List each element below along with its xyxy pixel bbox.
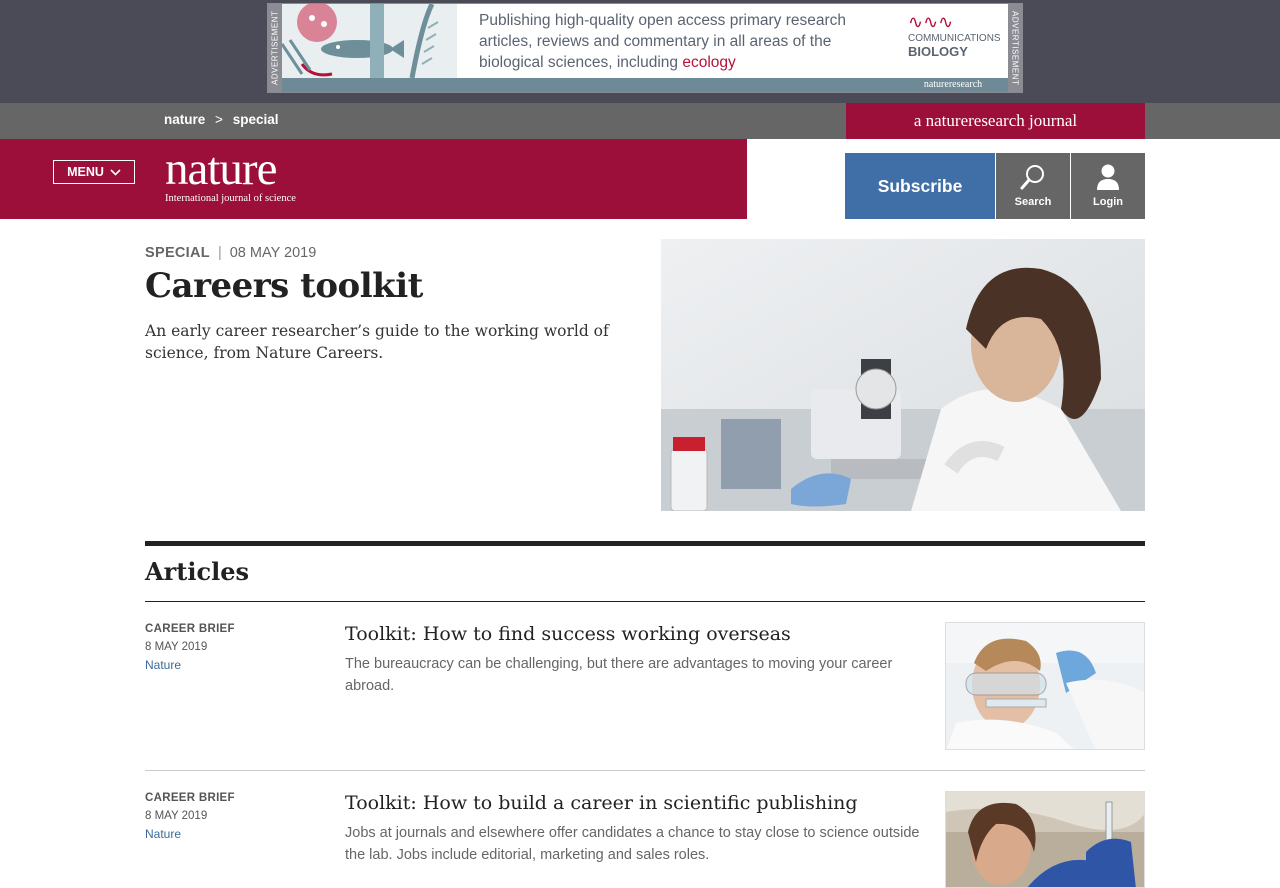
breadcrumb-separator: > [215,112,223,127]
ad-side-label-left: ADVERTISEMENT [268,4,282,92]
search-button[interactable]: Search [996,153,1070,219]
article-description: The bureaucracy can be challenging, but … [345,656,893,694]
advertisement-strip: ADVERTISEMENT Publishing high-quality op… [0,0,1280,103]
hero-date: 08 MAY 2019 [229,245,317,261]
ad-side-label-right: ADVERTISEMENT [1008,4,1022,92]
logo-line1: COMMUNICATIONS [908,33,1001,44]
advertisement-banner[interactable]: ADVERTISEMENT Publishing high-quality op… [267,3,1023,93]
ad-copy-main: Publishing high-quality open access prim… [479,12,847,71]
article-date: 8 MAY 2019 [145,641,208,653]
meta-divider: | [217,245,222,261]
ad-illustration [282,4,457,78]
article-journal-link[interactable]: Nature [145,658,181,672]
chevron-down-icon [110,168,121,176]
ad-footer-brand: natureresearch [923,79,983,90]
logo-line2: BIOLOGY [908,44,968,59]
article-journal-link[interactable]: Nature [145,827,181,841]
subscribe-button[interactable]: Subscribe [845,153,995,219]
article-date: 8 MAY 2019 [145,810,208,822]
article-thumbnail[interactable] [945,622,1145,750]
nature-logo[interactable]: nature International journal of science [165,145,296,204]
breadcrumb-home-link[interactable]: nature [164,112,205,127]
login-button[interactable]: Login [1071,153,1145,219]
site-header: MENU nature International journal of sci… [0,139,747,219]
login-label: Login [1093,196,1123,208]
article-description: Jobs at journals and elsewhere offer can… [345,825,920,863]
user-icon [1097,164,1119,190]
article-thumbnail[interactable] [945,791,1145,888]
page-subtitle: An early career researcher’s guide to th… [145,322,609,362]
hero-kind: SPECIAL [145,245,210,261]
breadcrumb-current[interactable]: special [233,112,279,127]
list-item: CAREER BRIEF 8 MAY 2019 Nature Toolkit: … [145,622,1145,751]
menu-label: MENU [67,165,104,179]
ad-copy-highlight: ecology [682,54,736,71]
hero-meta: SPECIAL | 08 MAY 2019 [145,245,316,261]
articles-heading: Articles [145,557,249,586]
article-title-link[interactable]: Toolkit: How to find success working ove… [345,623,925,645]
communications-biology-logo: ∿∿∿ COMMUNICATIONS BIOLOGY [908,12,1003,72]
logo-wave-icon: ∿∿∿ [908,12,954,33]
section-divider [145,601,1145,602]
search-label: Search [1014,196,1052,208]
list-item: CAREER BRIEF 8 MAY 2019 Nature Toolkit: … [145,791,1145,888]
article-title-link[interactable]: Toolkit: How to build a career in scient… [345,792,925,814]
section-rule [145,541,1145,546]
logo-tagline: International journal of science [165,193,296,204]
list-divider [145,770,1145,771]
hero-image-scientist-microscope [661,239,1145,511]
search-icon [1020,165,1044,190]
ad-copy: Publishing high-quality open access prim… [479,10,899,73]
page-title: Careers toolkit [145,266,423,306]
breadcrumb: nature > special [164,112,278,127]
logo-word: nature [165,143,277,195]
article-type: CAREER BRIEF [145,792,235,804]
article-type: CAREER BRIEF [145,623,235,635]
menu-button[interactable]: MENU [53,160,135,184]
natureresearch-journal-link[interactable]: a natureresearch journal [846,103,1145,139]
